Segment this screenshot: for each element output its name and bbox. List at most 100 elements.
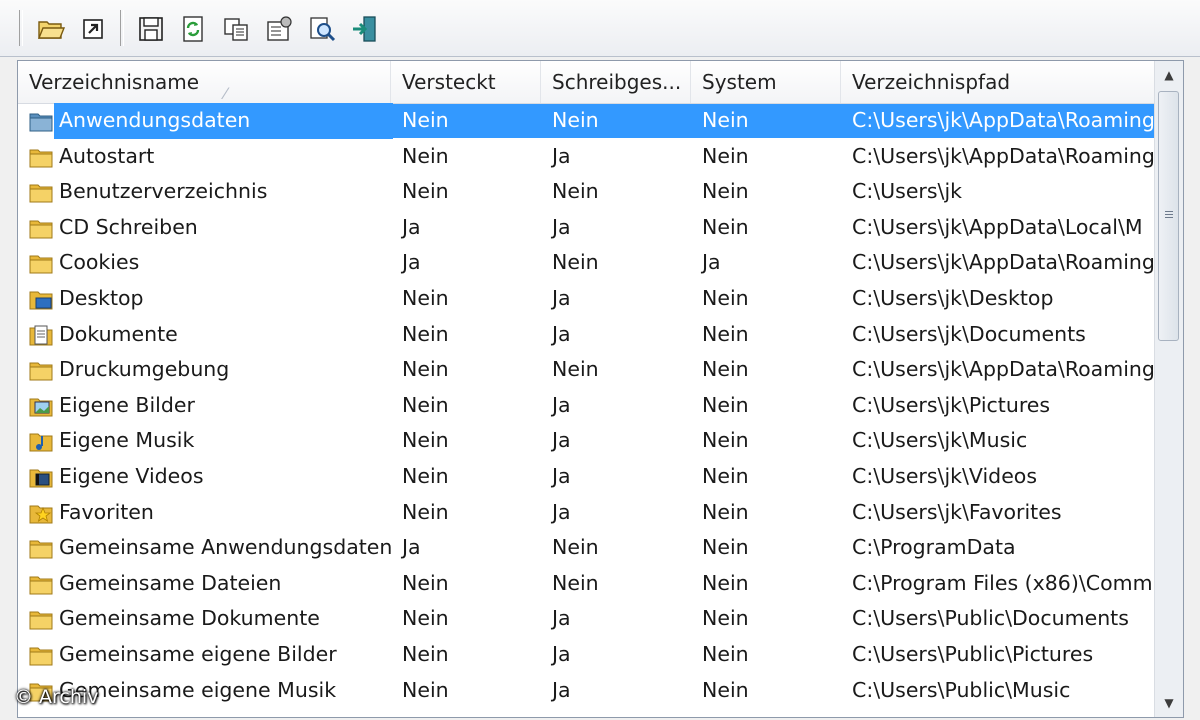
cell-readonly: Nein (552, 179, 599, 204)
cell-directory-name: Eigene Bilder (59, 392, 195, 417)
cell-hidden: Nein (402, 108, 449, 132)
column-header-name[interactable]: Verzeichnisname ⁄ (18, 61, 391, 103)
directory-list[interactable]: Verzeichnisname ⁄ Versteckt Schreibges..… (17, 60, 1184, 718)
cell-system: Nein (702, 677, 749, 702)
cell-system: Nein (702, 357, 749, 382)
table-row[interactable]: Eigene Musik Nein Ja Nein C:\Users\jk\Music (18, 423, 1154, 459)
cell-directory-name: Favoriten (59, 499, 154, 524)
cell-path: C:\Users\jk\AppData\Local\M (852, 214, 1143, 239)
grip-line (1165, 211, 1173, 212)
properties-button[interactable] (262, 12, 296, 46)
cell-path: C:\Users\jk\Documents (852, 321, 1086, 346)
cell-path: C:\Users\jk\Pictures (852, 392, 1051, 417)
cell-path: C:\Users\Public\Documents (852, 606, 1129, 631)
column-header-label: Versteckt (402, 70, 496, 94)
exit-button[interactable] (348, 12, 382, 46)
search-button[interactable] (305, 12, 339, 46)
cell-system: Nein (702, 499, 749, 524)
save-icon (139, 17, 163, 41)
cell-readonly: Ja (552, 321, 571, 346)
cell-system: Nein (702, 108, 749, 132)
cell-system: Nein (702, 535, 749, 560)
copy-icon (224, 18, 248, 41)
table-row[interactable]: Gemeinsame Anwendungsdaten Ja Nein Nein C:\P… (18, 530, 1154, 566)
table-row[interactable]: Anwendungsdaten Nein Nein Nein C:\Users\jk\A… (18, 103, 1154, 139)
cell-path: C:\Users\jk\Music (852, 428, 1028, 453)
cell-hidden: Ja (402, 535, 421, 560)
cell-readonly: Nein (552, 250, 599, 275)
scroll-up-arrow-icon[interactable]: ▲ (1155, 61, 1183, 89)
cell-path: C:\Users\Public\Music (852, 677, 1071, 702)
table-row[interactable]: Benutzerverzeichnis Nein Nein Nein C:\Users\… (18, 174, 1154, 210)
sort-indicator-icon: ⁄ (224, 84, 227, 103)
cell-system: Nein (702, 570, 749, 595)
cell-path: C:\ProgramData (852, 535, 1016, 560)
cell-hidden: Nein (402, 143, 449, 168)
table-row[interactable]: Eigene Bilder Nein Ja Nein C:\Users\jk\Pictu… (18, 388, 1154, 424)
toolbar-separator (19, 10, 23, 46)
cell-hidden: Nein (402, 392, 449, 417)
cell-path: C:\Users\jk (852, 179, 963, 204)
open-folder-icon (37, 21, 66, 39)
cell-system: Nein (702, 285, 749, 310)
search-icon (310, 17, 336, 42)
table-row[interactable]: Gemeinsame eigene Musik Nein Ja Nein C:\User… (18, 673, 1154, 709)
cell-system: Ja (702, 250, 721, 275)
cell-path: C:\Users\jk\Favorites (852, 499, 1062, 524)
cell-hidden: Nein (402, 499, 449, 524)
cell-directory-name: Cookies (59, 250, 140, 275)
scrollbar-thumb[interactable] (1158, 91, 1179, 341)
table-row[interactable]: Desktop Nein Ja Nein C:\Users\jk\Desktop (18, 281, 1154, 317)
table-row[interactable]: Eigene Videos Nein Ja Nein C:\Users\jk\Video… (18, 459, 1154, 495)
cell-system: Nein (702, 463, 749, 488)
toolbar-separator (120, 10, 124, 46)
column-header-label: Verzeichnispfad (852, 70, 1011, 94)
cell-system: Nein (702, 179, 749, 204)
column-header-label: System (702, 70, 777, 94)
table-row[interactable]: Gemeinsame eigene Bilder Nein Ja Nein C:\Use… (18, 637, 1154, 673)
open-folder-button[interactable] (34, 12, 68, 46)
save-button[interactable] (134, 12, 168, 46)
cell-readonly: Nein (552, 570, 599, 595)
exit-icon (353, 16, 376, 42)
column-header-system[interactable]: System (691, 61, 841, 103)
cell-readonly: Nein (552, 535, 599, 560)
cell-path: C:\Program Files (x86)\Comm (852, 570, 1153, 595)
cell-hidden: Nein (402, 321, 449, 346)
column-header-path[interactable]: Verzeichnispfad (841, 61, 1154, 103)
cell-hidden: Ja (402, 250, 421, 275)
cell-directory-name: CD Schreiben (59, 214, 198, 239)
table-row[interactable]: Gemeinsame Dokumente Nein Ja Nein C:\Users\P… (18, 601, 1154, 637)
cell-hidden: Nein (402, 677, 449, 702)
cell-directory-name: Gemeinsame Anwendungsdaten (59, 535, 393, 560)
scroll-down-arrow-icon[interactable]: ▼ (1155, 689, 1183, 717)
app-window: Verzeichnisname ⁄ Versteckt Schreibges..… (0, 0, 1200, 720)
column-header-label: Verzeichnisname (29, 70, 200, 94)
shortcut-button[interactable] (76, 12, 110, 46)
table-row[interactable]: Autostart Nein Ja Nein C:\Users\jk\AppData\R… (18, 139, 1154, 175)
cell-path: C:\Users\jk\AppData\Roaming (852, 108, 1154, 132)
table-row[interactable]: Dokumente Nein Ja Nein C:\Users\jk\Documents (18, 317, 1154, 353)
properties-icon (267, 16, 292, 41)
table-row[interactable]: Gemeinsame Dateien Nein Nein Nein C:\Program… (18, 566, 1154, 602)
column-header-label: Schreibges... (552, 70, 682, 94)
cell-hidden: Nein (402, 285, 449, 310)
table-row[interactable]: Favoriten Nein Ja Nein C:\Users\jk\Favorites (18, 495, 1154, 531)
cell-hidden: Nein (402, 463, 449, 488)
copy-button[interactable] (219, 12, 253, 46)
table-row[interactable]: Druckumgebung Nein Nein Nein C:\Users\jk\App… (18, 352, 1154, 388)
cell-system: Nein (702, 143, 749, 168)
cell-readonly: Ja (552, 641, 571, 666)
cell-readonly: Ja (552, 463, 571, 488)
cell-directory-name: Gemeinsame Dateien (59, 570, 282, 595)
vertical-scrollbar[interactable]: ▲ ▼ (1154, 61, 1183, 717)
cell-hidden: Nein (402, 357, 449, 382)
column-header-readonly[interactable]: Schreibges... (541, 61, 691, 103)
table-row[interactable]: CD Schreiben Ja Ja Nein C:\Users\jk\AppData\… (18, 210, 1154, 246)
column-header: Verzeichnisname ⁄ Versteckt Schreibges..… (18, 61, 1154, 104)
cell-readonly: Ja (552, 285, 571, 310)
refresh-button[interactable] (176, 12, 210, 46)
cell-path: C:\Users\jk\AppData\Roaming (852, 143, 1154, 168)
column-header-hidden[interactable]: Versteckt (391, 61, 541, 103)
table-row[interactable]: Cookies Ja Nein Ja C:\Users\jk\AppData\Roami… (18, 245, 1154, 281)
